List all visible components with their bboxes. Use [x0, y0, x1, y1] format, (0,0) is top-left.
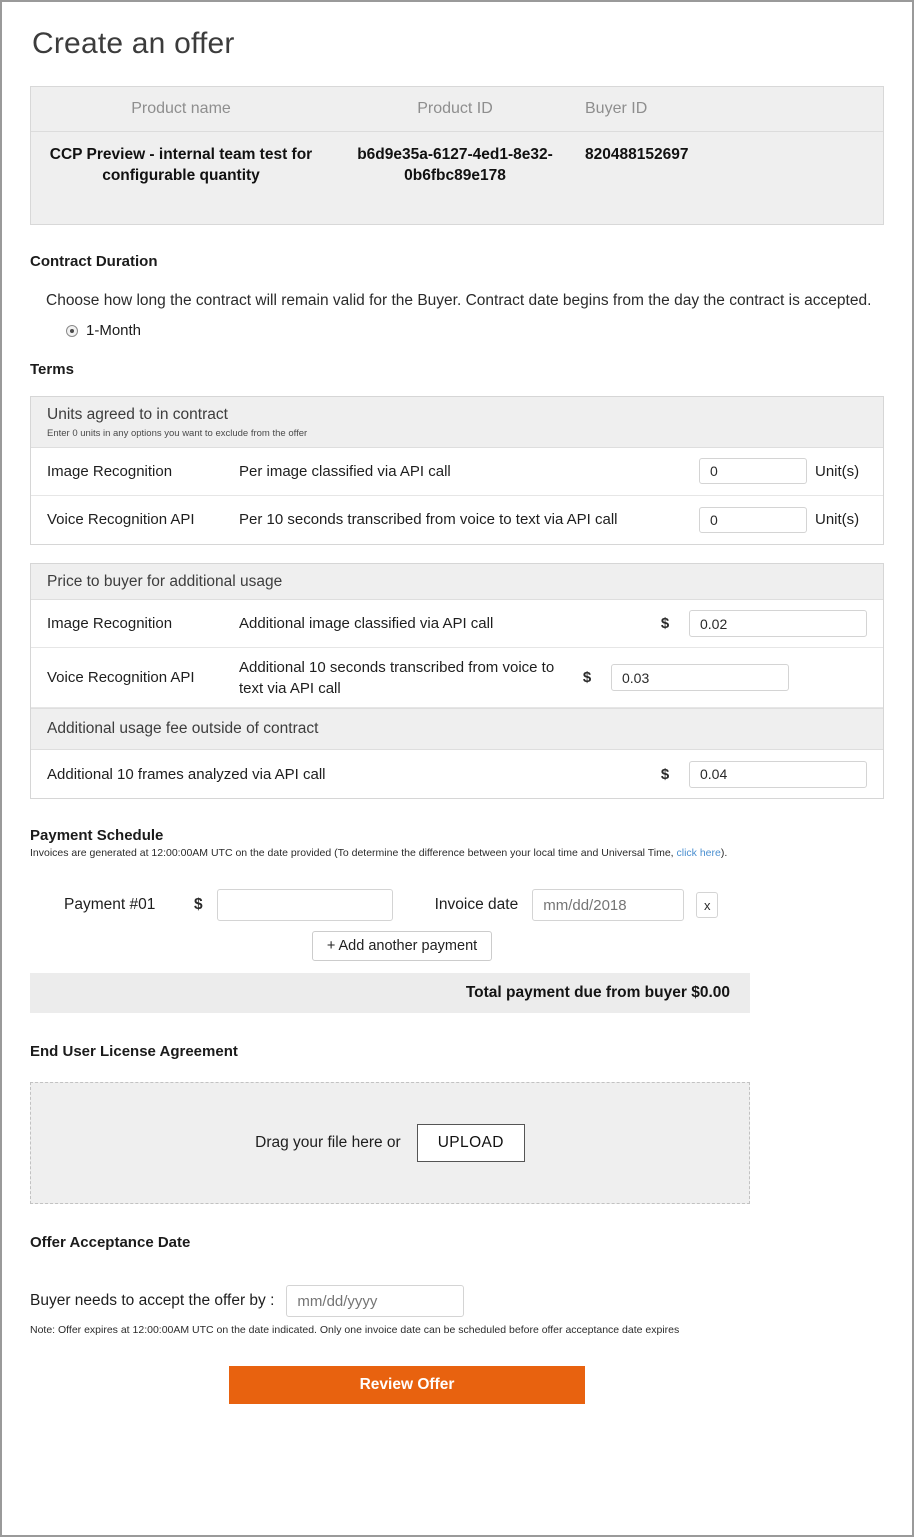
price-input-image-recognition[interactable]	[689, 610, 867, 638]
drag-file-label: Drag your file here or	[255, 1134, 401, 1152]
units-suffix-label: Unit(s)	[815, 462, 860, 480]
payment-row-01: Payment #01 $ Invoice date x	[30, 889, 884, 922]
contract-duration-description: Choose how long the contract will remain…	[46, 292, 872, 309]
cell-buyer-id: 820488152697	[585, 146, 689, 163]
contract-duration-heading: Contract Duration	[30, 253, 158, 270]
units-row-voice-recognition-api: Voice Recognition API Per 10 seconds tra…	[31, 496, 883, 544]
table-header-row: Product name Product ID Buyer ID	[31, 87, 883, 132]
contract-duration-option-label: 1-Month	[86, 322, 142, 339]
price-row-voice-recognition-api: Voice Recognition API Additional 10 seco…	[31, 648, 883, 709]
offer-acceptance-row: Buyer needs to accept the offer by :	[30, 1285, 884, 1318]
table-row: CCP Preview - internal team test for con…	[31, 132, 883, 187]
units-panel-header: Units agreed to in contract Enter 0 unit…	[31, 397, 883, 448]
price-row-description: Additional 10 frames analyzed via API ca…	[47, 765, 326, 783]
total-payment-bar: Total payment due from buyer $0.00	[30, 973, 750, 1014]
units-panel-title: Units agreed to in contract	[47, 406, 228, 423]
create-offer-page: Create an offer Product name Product ID …	[0, 0, 914, 1537]
column-header-buyer-id: Buyer ID	[585, 100, 648, 117]
price-row-name: Voice Recognition API	[47, 669, 195, 687]
drop-zone-inner: Drag your file here or UPLOAD	[255, 1124, 525, 1163]
currency-symbol: $	[582, 669, 592, 687]
payment-note-prefix: Invoices are generated at 12:00:00AM UTC…	[30, 847, 677, 860]
units-row-name: Image Recognition	[47, 462, 173, 480]
price-row-description: Additional image classified via API call	[239, 615, 494, 633]
price-input-additional-frames[interactable]	[689, 760, 867, 788]
price-input-voice-recognition-api[interactable]	[611, 664, 789, 692]
units-agreed-panel: Units agreed to in contract Enter 0 unit…	[30, 396, 884, 545]
price-panel-title: Price to buyer for additional usage	[47, 572, 283, 590]
invoice-date-label: Invoice date	[434, 896, 519, 914]
units-row-description: Per image classified via API call	[239, 462, 451, 480]
cell-product-name: CCP Preview - internal team test for con…	[49, 146, 313, 184]
column-header-product-id: Product ID	[417, 100, 493, 117]
price-row-description: Additional 10 seconds transcribed from v…	[239, 658, 555, 697]
units-suffix-label: Unit(s)	[815, 511, 860, 529]
price-row-name: Image Recognition	[47, 615, 173, 633]
offer-acceptance-note: Note: Offer expires at 12:00:00AM UTC on…	[30, 1324, 680, 1337]
cell-product-id: b6d9e35a-6127-4ed1-8e32-0b6fbc89e178	[357, 146, 553, 184]
add-payment-row: + Add another payment	[30, 931, 884, 962]
units-row-description: Per 10 seconds transcribed from voice to…	[239, 511, 618, 529]
review-offer-button[interactable]: Review Offer	[229, 1366, 585, 1405]
payment-schedule-heading: Payment Schedule	[30, 827, 164, 845]
price-panel-header: Price to buyer for additional usage	[31, 563, 883, 601]
price-row-additional-frames: Additional 10 frames analyzed via API ca…	[31, 750, 883, 798]
units-row-name: Voice Recognition API	[47, 511, 195, 529]
eula-heading: End User License Agreement	[30, 1043, 238, 1061]
terms-heading: Terms	[30, 361, 74, 378]
product-summary-table: Product name Product ID Buyer ID CCP Pre…	[30, 86, 884, 225]
offer-acceptance-date-heading: Offer Acceptance Date	[30, 1234, 191, 1252]
column-header-product-name: Product name	[131, 100, 231, 117]
units-row-image-recognition: Image Recognition Per image classified v…	[31, 448, 883, 496]
upload-button[interactable]: UPLOAD	[416, 1124, 525, 1163]
payment-schedule-note: Invoices are generated at 12:00:00AM UTC…	[30, 847, 884, 859]
price-to-buyer-panel: Price to buyer for additional usage Imag…	[30, 562, 884, 800]
invoice-date-input[interactable]	[532, 889, 685, 922]
offer-acceptance-date-input[interactable]	[286, 1285, 465, 1318]
payment-note-suffix: ).	[720, 847, 728, 860]
units-panel-subtitle: Enter 0 units in any options you want to…	[47, 427, 308, 439]
units-input-voice-recognition-api[interactable]	[699, 506, 807, 533]
payment-row-label: Payment #01	[64, 896, 156, 914]
eula-drop-zone[interactable]: Drag your file here or UPLOAD	[30, 1082, 750, 1205]
price-row-image-recognition: Image Recognition Additional image class…	[31, 600, 883, 649]
click-here-link[interactable]: click here	[677, 847, 721, 859]
currency-symbol: $	[660, 765, 670, 783]
remove-payment-button[interactable]: x	[696, 892, 719, 919]
currency-symbol: $	[194, 896, 203, 914]
additional-usage-fee-subheader: Additional usage fee outside of contract	[31, 708, 883, 751]
payment-amount-input[interactable]	[216, 889, 393, 922]
page-title: Create an offer	[32, 27, 235, 60]
currency-symbol: $	[660, 615, 670, 633]
offer-acceptance-label: Buyer needs to accept the offer by :	[30, 1292, 275, 1310]
radio-selected-icon[interactable]	[66, 324, 78, 337]
units-input-image-recognition[interactable]	[699, 458, 807, 485]
add-another-payment-button[interactable]: + Add another payment	[311, 931, 493, 962]
contract-duration-option-1-month[interactable]: 1-Month	[66, 322, 884, 339]
review-offer-row: Review Offer	[30, 1366, 884, 1405]
